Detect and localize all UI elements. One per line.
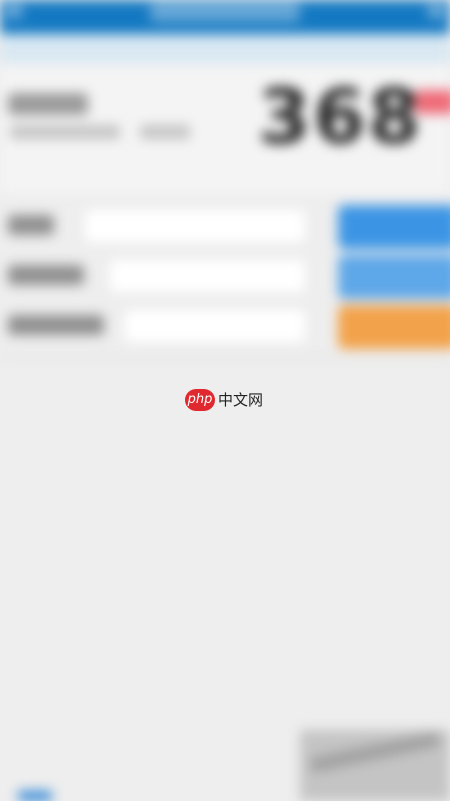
action-button-1[interactable] (338, 205, 450, 249)
user-meta (140, 125, 190, 139)
form-row-1-label (8, 215, 54, 235)
section-divider (0, 356, 450, 358)
title-bar (0, 0, 450, 34)
score-number: 368 (258, 72, 423, 161)
user-name (8, 93, 88, 115)
window-title (150, 2, 300, 22)
form-row-3-input[interactable] (125, 310, 305, 342)
back-icon[interactable] (6, 4, 22, 18)
form-row-1-input[interactable] (85, 210, 305, 242)
form-row-1 (0, 205, 330, 249)
sub-header-bar (0, 34, 450, 64)
form-row-2 (0, 255, 330, 299)
action-button-3[interactable] (338, 305, 450, 349)
menu-icon[interactable] (428, 4, 444, 18)
status-badge[interactable] (415, 90, 450, 114)
bottom-tab-active[interactable] (18, 791, 52, 801)
form-row-3 (0, 305, 330, 349)
php-logo-icon: php (185, 389, 215, 411)
user-subtitle (10, 125, 120, 139)
watermark-site-text: 中文网 (218, 391, 264, 409)
form-row-2-label (8, 265, 84, 285)
form-row-2-input[interactable] (110, 260, 305, 292)
form-row-3-label (8, 315, 104, 335)
watermark: php 中文网 (185, 389, 263, 411)
app-screen: 368 php 中文网 (0, 0, 450, 801)
action-button-2[interactable] (338, 255, 450, 299)
